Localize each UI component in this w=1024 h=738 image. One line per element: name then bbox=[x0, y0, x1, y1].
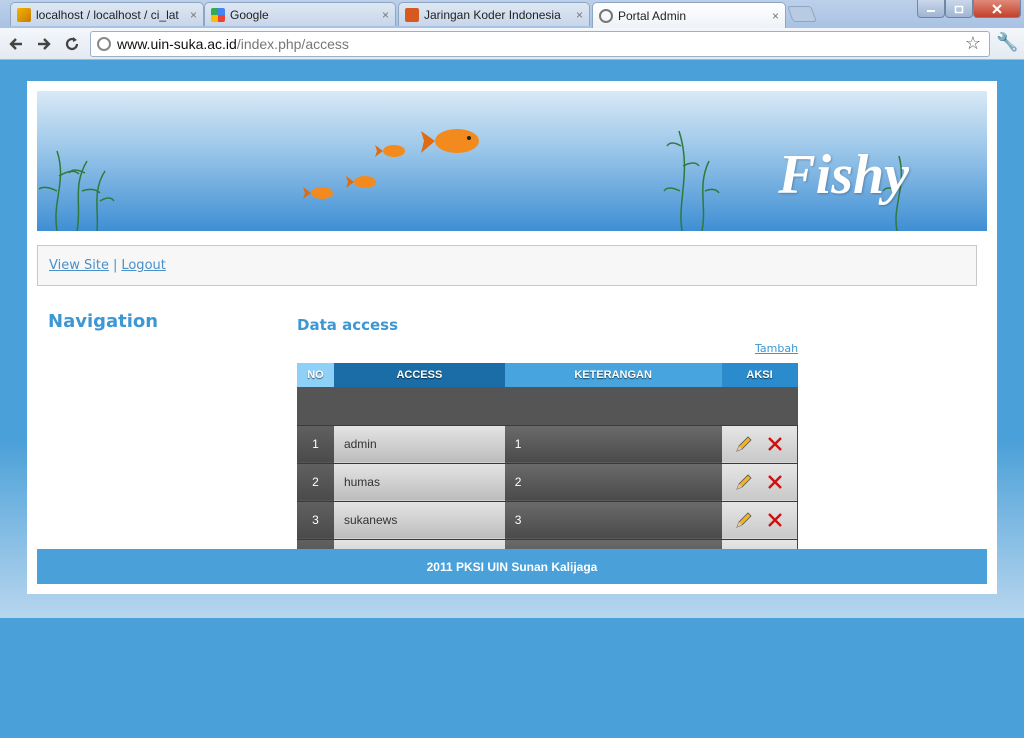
goldfish-icon bbox=[303, 129, 479, 199]
url-host: www.uin-suka.ac.id bbox=[117, 36, 237, 52]
forward-button[interactable] bbox=[32, 32, 56, 56]
cell-access: sukanews bbox=[333, 501, 505, 540]
browser-toolbar: www.uin-suka.ac.id/index.php/access ☆ 🔧 bbox=[0, 28, 1024, 60]
back-arrow-icon bbox=[9, 38, 22, 50]
globe-icon bbox=[599, 8, 613, 23]
cell-access: humas bbox=[333, 463, 505, 502]
phpmyadmin-icon bbox=[17, 7, 31, 22]
edit-pencil-icon[interactable] bbox=[734, 510, 754, 530]
close-tab-icon[interactable]: × bbox=[382, 8, 389, 22]
koder-icon bbox=[405, 7, 419, 22]
table-spacer bbox=[297, 387, 798, 426]
view-site-link[interactable]: View Site bbox=[49, 258, 109, 273]
access-table: NO ACCESS KETERANGAN AKSI 1 admin 1 2 hu… bbox=[297, 363, 798, 578]
forward-arrow-icon bbox=[38, 38, 51, 50]
link-separator: | bbox=[112, 258, 118, 273]
back-button[interactable] bbox=[4, 32, 28, 56]
table-row: 3 sukanews 3 bbox=[297, 501, 798, 540]
add-access-link[interactable]: Tambah bbox=[755, 342, 798, 355]
tab-google[interactable]: Google × bbox=[204, 2, 396, 26]
table-header-row: NO ACCESS KETERANGAN AKSI bbox=[297, 363, 798, 387]
close-icon bbox=[992, 3, 1002, 14]
navigation-heading: Navigation bbox=[48, 311, 159, 332]
site-footer: 2011 PKSI UIN Sunan Kalijaga bbox=[37, 549, 987, 584]
cell-keterangan: 3 bbox=[504, 501, 722, 540]
site-banner: Fishy bbox=[37, 91, 987, 231]
delete-icon[interactable] bbox=[765, 434, 785, 454]
close-tab-icon[interactable]: × bbox=[772, 9, 779, 23]
url-path: /index.php/access bbox=[236, 36, 349, 52]
cell-no: 1 bbox=[297, 425, 334, 464]
spacer-cell bbox=[297, 387, 798, 426]
reload-button[interactable] bbox=[60, 32, 84, 56]
page-info-icon[interactable] bbox=[97, 37, 111, 51]
site-logo: Fishy bbox=[778, 144, 909, 206]
google-icon bbox=[211, 7, 225, 22]
cell-keterangan: 2 bbox=[504, 463, 722, 502]
delete-icon[interactable] bbox=[765, 510, 785, 530]
bookmark-star-icon[interactable]: ☆ bbox=[965, 33, 981, 54]
close-tab-icon[interactable]: × bbox=[190, 8, 197, 22]
seaweed-left-icon bbox=[38, 150, 115, 231]
close-tab-icon[interactable]: × bbox=[576, 8, 583, 22]
column-header-access: ACCESS bbox=[333, 363, 505, 387]
tab-koder[interactable]: Jaringan Koder Indonesia × bbox=[398, 2, 590, 26]
close-window-button[interactable] bbox=[973, 0, 1021, 18]
restore-icon bbox=[954, 5, 964, 13]
minimize-icon bbox=[927, 9, 935, 12]
table-row: 2 humas 2 bbox=[297, 463, 798, 502]
cell-no: 3 bbox=[297, 501, 334, 540]
tab-title: Portal Admin bbox=[618, 8, 687, 23]
cell-keterangan: 1 bbox=[504, 425, 722, 464]
tab-title: Google bbox=[230, 7, 269, 22]
column-header-aksi: AKSI bbox=[721, 363, 798, 387]
cell-actions bbox=[721, 463, 798, 502]
minimize-button[interactable] bbox=[917, 0, 945, 18]
edit-pencil-icon[interactable] bbox=[734, 472, 754, 492]
logout-link[interactable]: Logout bbox=[121, 258, 166, 273]
new-tab-button[interactable] bbox=[787, 6, 817, 22]
reload-icon bbox=[65, 37, 79, 51]
address-bar[interactable]: www.uin-suka.ac.id/index.php/access ☆ bbox=[90, 31, 990, 57]
column-header-no: NO bbox=[297, 363, 334, 387]
tab-portal-admin[interactable]: Portal Admin × bbox=[592, 2, 786, 28]
cell-access: admin bbox=[333, 425, 505, 464]
tab-strip: localhost / localhost / ci_lat × Google … bbox=[0, 0, 1024, 28]
cell-no: 2 bbox=[297, 463, 334, 502]
top-link-bar: View Site | Logout bbox=[37, 245, 977, 286]
edit-pencil-icon[interactable] bbox=[734, 434, 754, 454]
table-row: 1 admin 1 bbox=[297, 425, 798, 464]
tab-title: localhost / localhost / ci_lat bbox=[36, 7, 179, 22]
tab-phpmyadmin[interactable]: localhost / localhost / ci_lat × bbox=[10, 2, 204, 26]
wrench-menu-icon[interactable]: 🔧 bbox=[996, 32, 1018, 53]
footer-text: 2011 PKSI UIN Sunan Kalijaga bbox=[426, 559, 598, 574]
cell-actions bbox=[721, 501, 798, 540]
column-header-keterangan: KETERANGAN bbox=[504, 363, 722, 387]
tab-title: Jaringan Koder Indonesia bbox=[424, 7, 561, 22]
delete-icon[interactable] bbox=[765, 472, 785, 492]
maximize-button[interactable] bbox=[945, 0, 973, 18]
page-title: Data access bbox=[297, 316, 399, 334]
cell-actions bbox=[721, 425, 798, 464]
